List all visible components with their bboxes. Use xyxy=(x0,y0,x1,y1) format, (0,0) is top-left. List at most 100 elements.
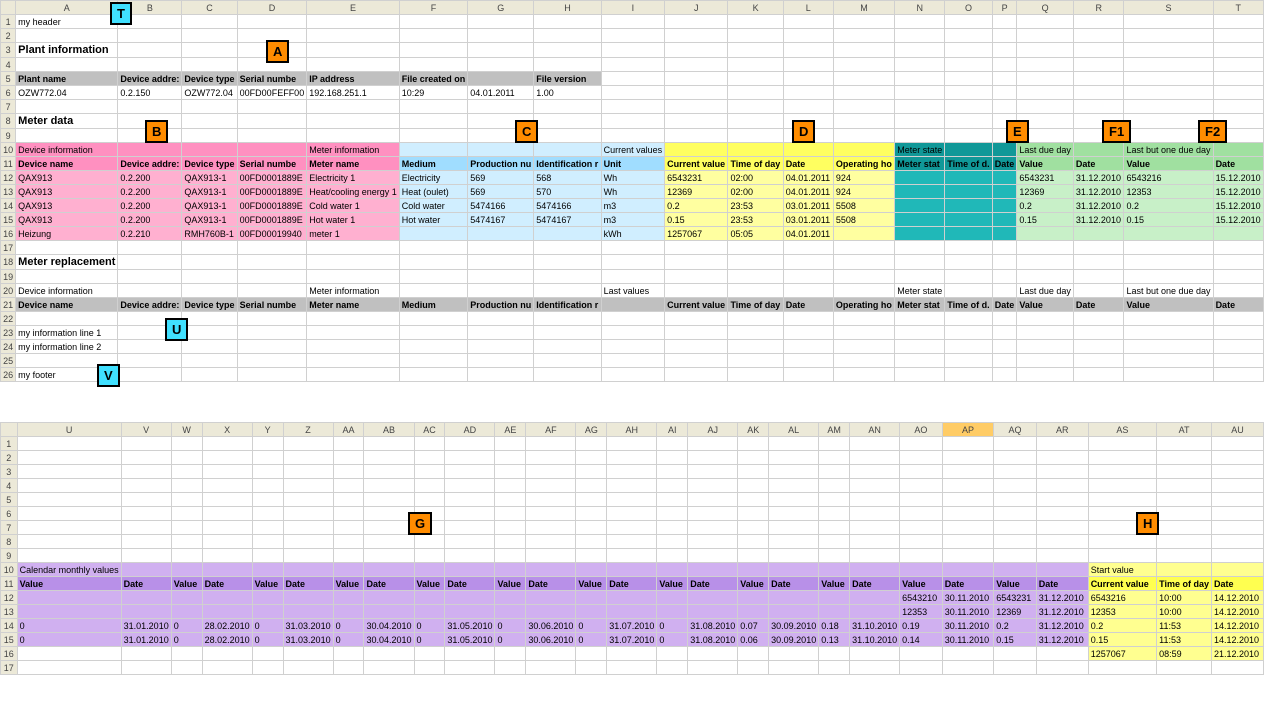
cell-K19[interactable] xyxy=(728,270,783,284)
cell-AJ4[interactable] xyxy=(688,479,738,493)
cell-D22[interactable] xyxy=(237,312,307,326)
cell-A4[interactable] xyxy=(16,58,118,72)
cell-H26[interactable] xyxy=(534,368,601,382)
cell-M9[interactable] xyxy=(833,129,894,143)
cell-J1[interactable] xyxy=(665,15,728,29)
cell-I13[interactable]: Wh xyxy=(601,185,665,199)
cell-AE6[interactable] xyxy=(495,507,526,521)
cell-J10[interactable] xyxy=(665,143,728,157)
cell-O19[interactable] xyxy=(945,270,993,284)
cell-T5[interactable] xyxy=(1213,72,1263,86)
cell-Q18[interactable] xyxy=(1017,255,1074,270)
cell-S6[interactable] xyxy=(1124,86,1213,100)
col-header-N[interactable]: N xyxy=(895,1,945,15)
cell-E23[interactable] xyxy=(307,326,400,340)
cell-S26[interactable] xyxy=(1124,368,1213,382)
cell-R14[interactable]: 31.12.2010 xyxy=(1073,199,1124,213)
cell-N22[interactable] xyxy=(895,312,945,326)
col-header-D[interactable]: D xyxy=(237,1,307,15)
cell-J25[interactable] xyxy=(665,354,728,368)
cell-AL13[interactable] xyxy=(769,605,819,619)
cell-R7[interactable] xyxy=(1073,100,1124,114)
col-header-C[interactable]: C xyxy=(182,1,237,15)
cell-AP13[interactable]: 30.11.2010 xyxy=(942,605,993,619)
cell-M6[interactable] xyxy=(833,86,894,100)
cell-AM16[interactable] xyxy=(819,647,850,661)
cell-L16[interactable]: 04.01.2011 xyxy=(783,227,833,241)
cell-AE8[interactable] xyxy=(495,535,526,549)
cell-AC17[interactable] xyxy=(414,661,445,675)
cell-U6[interactable] xyxy=(17,507,121,521)
cell-A17[interactable] xyxy=(16,241,118,255)
cell-AS15[interactable]: 0.15 xyxy=(1088,633,1156,647)
cell-AA15[interactable]: 0 xyxy=(333,633,364,647)
cell-F17[interactable] xyxy=(399,241,468,255)
cell-E9[interactable] xyxy=(307,129,400,143)
cell-S25[interactable] xyxy=(1124,354,1213,368)
cell-AJ3[interactable] xyxy=(688,465,738,479)
cell-AA9[interactable] xyxy=(333,549,364,563)
cell-AD6[interactable] xyxy=(445,507,495,521)
cell-E5[interactable]: IP address xyxy=(307,72,400,86)
cell-AM6[interactable] xyxy=(819,507,850,521)
cell-N1[interactable] xyxy=(895,15,945,29)
cell-AL10[interactable] xyxy=(769,563,819,577)
cell-T16[interactable] xyxy=(1213,227,1263,241)
cell-AP4[interactable] xyxy=(942,479,993,493)
cell-D8[interactable] xyxy=(237,114,307,129)
cell-W15[interactable]: 0 xyxy=(171,633,202,647)
col-header-AA[interactable]: AA xyxy=(333,423,364,437)
cell-N18[interactable] xyxy=(895,255,945,270)
cell-N6[interactable] xyxy=(895,86,945,100)
cell-A20[interactable]: Device information xyxy=(16,284,118,298)
cell-P5[interactable] xyxy=(992,72,1017,86)
cell-AT10[interactable] xyxy=(1157,563,1212,577)
col-header-K[interactable]: K xyxy=(728,1,783,15)
cell-W2[interactable] xyxy=(171,451,202,465)
cell-B16[interactable]: 0.2.210 xyxy=(118,227,182,241)
cell-W13[interactable] xyxy=(171,605,202,619)
cell-J6[interactable] xyxy=(665,86,728,100)
cell-U8[interactable] xyxy=(17,535,121,549)
cell-L15[interactable]: 03.01.2011 xyxy=(783,213,833,227)
cell-AI3[interactable] xyxy=(657,465,688,479)
cell-A6[interactable]: OZW772.04 xyxy=(16,86,118,100)
row-header-14[interactable]: 14 xyxy=(1,619,18,633)
cell-C2[interactable] xyxy=(182,29,237,43)
cell-J14[interactable]: 0.2 xyxy=(665,199,728,213)
row-header-15[interactable]: 15 xyxy=(1,633,18,647)
cell-K15[interactable]: 23:53 xyxy=(728,213,783,227)
col-header-AC[interactable]: AC xyxy=(414,423,445,437)
cell-X8[interactable] xyxy=(202,535,252,549)
cell-AB8[interactable] xyxy=(364,535,414,549)
cell-T4[interactable] xyxy=(1213,58,1263,72)
cell-AG10[interactable] xyxy=(576,563,607,577)
row-header-9[interactable]: 9 xyxy=(1,549,18,563)
row-header-24[interactable]: 24 xyxy=(1,340,16,354)
cell-Y12[interactable] xyxy=(252,591,283,605)
cell-G25[interactable] xyxy=(468,354,534,368)
cell-K12[interactable]: 02:00 xyxy=(728,171,783,185)
cell-AK15[interactable]: 0.06 xyxy=(738,633,769,647)
cell-Q2[interactable] xyxy=(1017,29,1074,43)
cell-AB16[interactable] xyxy=(364,647,414,661)
cell-AM14[interactable]: 0.18 xyxy=(819,619,850,633)
cell-AN5[interactable] xyxy=(850,493,900,507)
cell-AB11[interactable]: Date xyxy=(364,577,414,591)
cell-AI7[interactable] xyxy=(657,521,688,535)
col-header-AT[interactable]: AT xyxy=(1157,423,1212,437)
cell-F14[interactable]: Cold water xyxy=(399,199,468,213)
cell-S12[interactable]: 6543216 xyxy=(1124,171,1213,185)
cell-E21[interactable]: Meter name xyxy=(307,298,400,312)
cell-AB12[interactable] xyxy=(364,591,414,605)
cell-AI8[interactable] xyxy=(657,535,688,549)
cell-AR12[interactable]: 31.12.2010 xyxy=(1036,591,1088,605)
cell-T14[interactable]: 15.12.2010 xyxy=(1213,199,1263,213)
cell-AU5[interactable] xyxy=(1211,493,1263,507)
cell-X10[interactable] xyxy=(202,563,252,577)
cell-B2[interactable] xyxy=(118,29,182,43)
cell-A24[interactable]: my information line 2 xyxy=(16,340,118,354)
cell-S1[interactable] xyxy=(1124,15,1213,29)
cell-Z17[interactable] xyxy=(283,661,333,675)
cell-AN2[interactable] xyxy=(850,451,900,465)
